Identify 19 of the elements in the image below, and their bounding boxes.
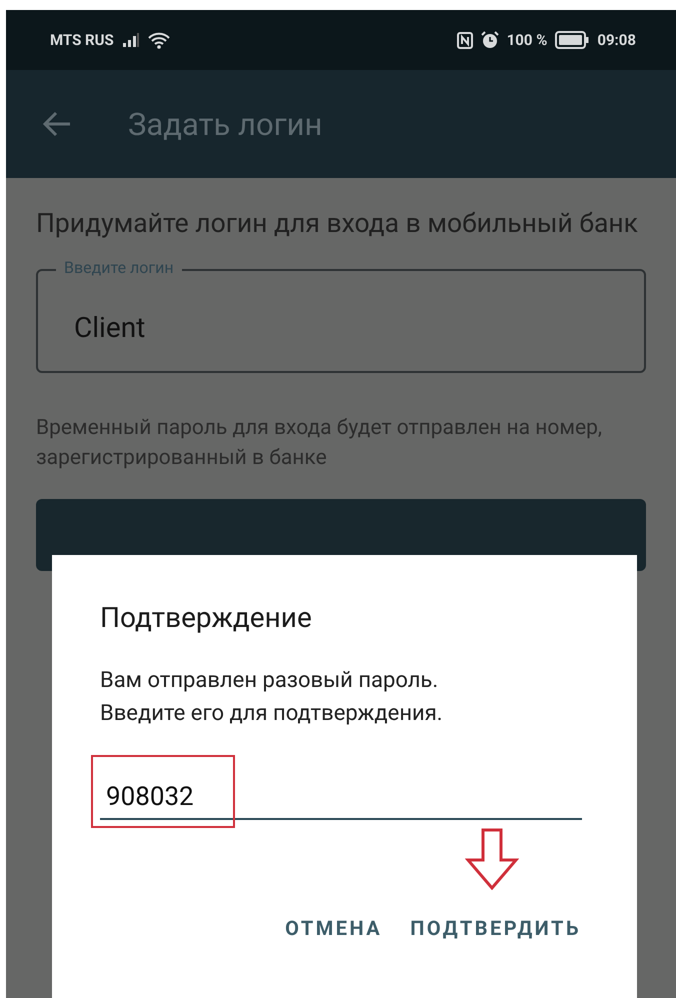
code-input-field[interactable]: 908032 [100, 762, 582, 820]
nfc-icon [456, 32, 473, 48]
intro-text: Придумайте логин для входа в мобильный банк [36, 207, 639, 241]
confirm-button[interactable]: ПОДТВЕРДИТЬ [410, 916, 581, 940]
wifi-icon [148, 32, 170, 48]
arrow-down-icon [465, 828, 519, 890]
screen-title: Задать логин [128, 106, 322, 142]
back-arrow-icon[interactable] [42, 111, 72, 137]
alarm-icon [480, 31, 499, 49]
clock-time: 09:08 [597, 31, 636, 49]
field-value: Client [74, 310, 146, 344]
cancel-button[interactable]: ОТМЕНА [285, 916, 382, 940]
hint-text: Временный пароль для входа будет отправлен на номер, зарегистрированный в банке [36, 415, 604, 472]
carrier-name: MTS RUS [50, 31, 114, 49]
battery-icon [555, 31, 590, 49]
battery-percent: 100 % [506, 31, 548, 49]
dialog-message: Вам отправлен разовый пароль. Введите его для подтверждения. [100, 667, 444, 728]
dialog-title: Подтверждение [100, 601, 313, 634]
signal-icon [122, 32, 140, 48]
